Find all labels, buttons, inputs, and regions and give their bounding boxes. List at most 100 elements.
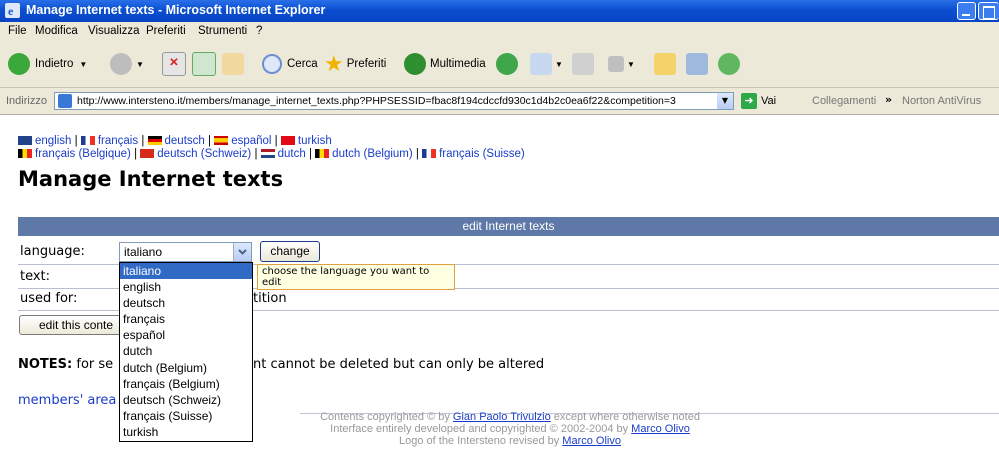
search-button[interactable]: Cerca [262,52,318,76]
lang-link-espanol[interactable]: español [231,135,271,147]
footer: Contents copyrighted © by Gian Paolo Tri… [320,411,700,447]
lang-link-english[interactable]: english [35,135,71,147]
toolbar: Indietro ▼ ▼ ✕ Cerca ★ Preferiti Multime… [0,42,999,88]
media-icon [404,53,426,75]
language-dropdown-list[interactable]: italiano english deutsch français españo… [119,262,253,442]
dropdown-option-espanol[interactable]: español [120,327,252,343]
forward-button[interactable]: ▼ [110,52,144,76]
internet-explorer-icon: e [5,3,20,18]
turkey-flag-icon [280,136,295,145]
dropdown-option-dutch[interactable]: dutch [120,343,252,359]
research-icon [686,53,708,75]
dropdown-option-francais-suisse[interactable]: français (Suisse) [120,408,252,424]
norton-antivirus[interactable]: Norton AntiVirus [902,95,981,107]
dropdown-option-francais-belgium[interactable]: français (Belgium) [120,376,252,392]
language-select-value: italiano [124,245,163,259]
home-icon [222,53,244,75]
lang-link-francais[interactable]: français [98,135,138,147]
dropdown-option-dutch-belgium[interactable]: dutch (Belgium) [120,360,252,376]
dropdown-arrow-icon: ▼ [79,59,88,69]
germany-flag-icon [147,136,162,145]
media-button[interactable]: Multimedia [404,52,486,76]
lang-link-turkish[interactable]: turkish [298,135,332,147]
address-dropdown-icon[interactable]: ▼ [717,93,733,109]
chevron-right-icon[interactable]: » [885,93,892,106]
section-header: edit Internet texts [18,217,999,236]
maximize-button[interactable] [978,2,999,20]
spain-flag-icon [214,136,229,145]
history-icon [496,53,518,75]
notes-fragment: for se [76,357,114,372]
tooltip: choose the language you want to edit [257,264,455,290]
refresh-button[interactable] [192,52,216,76]
chevron-down-icon[interactable] [233,243,251,261]
dropdown-option-francais[interactable]: français [120,311,252,327]
go-arrow-icon: ➜ [741,93,757,109]
language-label: language: [20,244,85,259]
messenger-icon [718,53,740,75]
go-button[interactable]: ➜ Vai [741,93,776,109]
history-button[interactable] [496,52,518,76]
language-links-row2: français (Belgique) | deutsch (Schweiz) … [18,148,525,160]
folder-button[interactable] [654,52,676,76]
france-flag-icon [422,149,437,158]
logo-author-link[interactable]: Marco Olivo [562,435,621,447]
address-input[interactable]: http://www.intersteno.it/members/manage_… [54,92,734,110]
page-title: Manage Internet texts [18,167,284,191]
lang-link-deutsch[interactable]: deutsch [165,135,205,147]
edit-content-button[interactable]: edit this conte [19,315,131,335]
address-url: http://www.intersteno.it/members/manage_… [77,95,676,107]
author-link[interactable]: Gian Paolo Trivulzio [453,411,551,423]
menu-help[interactable]: ? [256,25,262,37]
menu-file[interactable]: File [8,25,27,37]
lang-link-francais-belgique[interactable]: français (Belgique) [35,148,131,160]
svg-text:e: e [8,4,14,18]
refresh-icon [192,52,216,76]
favorites-button[interactable]: ★ Preferiti [324,51,386,76]
belgium-flag-icon [315,149,330,158]
research-button[interactable] [686,52,708,76]
dropdown-option-turkish[interactable]: turkish [120,424,252,440]
page-icon [58,94,72,108]
menu-preferiti[interactable]: Preferiti [146,25,186,37]
france-flag-icon [80,136,95,145]
language-select[interactable]: italiano [119,242,252,262]
notes-text: NOTES: for se [18,357,113,372]
lang-link-dutch-belgium[interactable]: dutch (Belgium) [332,148,413,160]
edit-page-button[interactable]: ▼ [608,52,635,76]
lang-link-deutsch-schweiz[interactable]: deutsch (Schweiz) [157,148,251,160]
address-label: Indirizzo [6,95,47,107]
home-button[interactable] [222,52,244,76]
folder-icon [654,53,676,75]
address-bar: Indirizzo http://www.intersteno.it/membe… [0,88,999,115]
minimize-button[interactable] [957,2,976,20]
menu-visualizza[interactable]: Visualizza [88,25,140,37]
dropdown-option-deutsch[interactable]: deutsch [120,295,252,311]
links-label[interactable]: Collegamenti [812,95,876,107]
developer-link[interactable]: Marco Olivo [631,423,690,435]
menu-modifica[interactable]: Modifica [35,25,78,37]
messenger-button[interactable] [718,52,740,76]
members-area-link[interactable]: members' area [18,393,116,408]
dropdown-option-deutsch-schweiz[interactable]: deutsch (Schweiz) [120,392,252,408]
edit-icon [608,56,624,72]
lang-link-francais-suisse[interactable]: français (Suisse) [439,148,525,160]
mail-button[interactable]: ▼ [530,52,563,76]
dropdown-option-english[interactable]: english [120,279,252,295]
window-title-bar[interactable]: e Manage Internet texts - Microsoft Inte… [0,0,999,22]
back-button[interactable]: Indietro ▼ [8,52,87,76]
star-icon: ★ [324,51,344,76]
dropdown-option-italiano[interactable]: italiano [120,263,252,280]
mail-icon [530,53,552,75]
print-button[interactable] [572,52,594,76]
forward-arrow-icon [110,53,132,75]
change-button[interactable]: change [260,241,320,262]
menu-strumenti[interactable]: Strumenti [198,25,247,37]
window-title: Manage Internet texts - Microsoft Intern… [26,3,326,17]
used-for-label: used for: [20,291,78,306]
notes-text-continued: nt cannot be deleted but can only be alt… [253,357,545,372]
used-for-value: tition [253,291,287,306]
lang-link-dutch[interactable]: dutch [278,148,306,160]
belgium-flag-icon [18,149,32,158]
stop-button[interactable]: ✕ [162,52,186,76]
